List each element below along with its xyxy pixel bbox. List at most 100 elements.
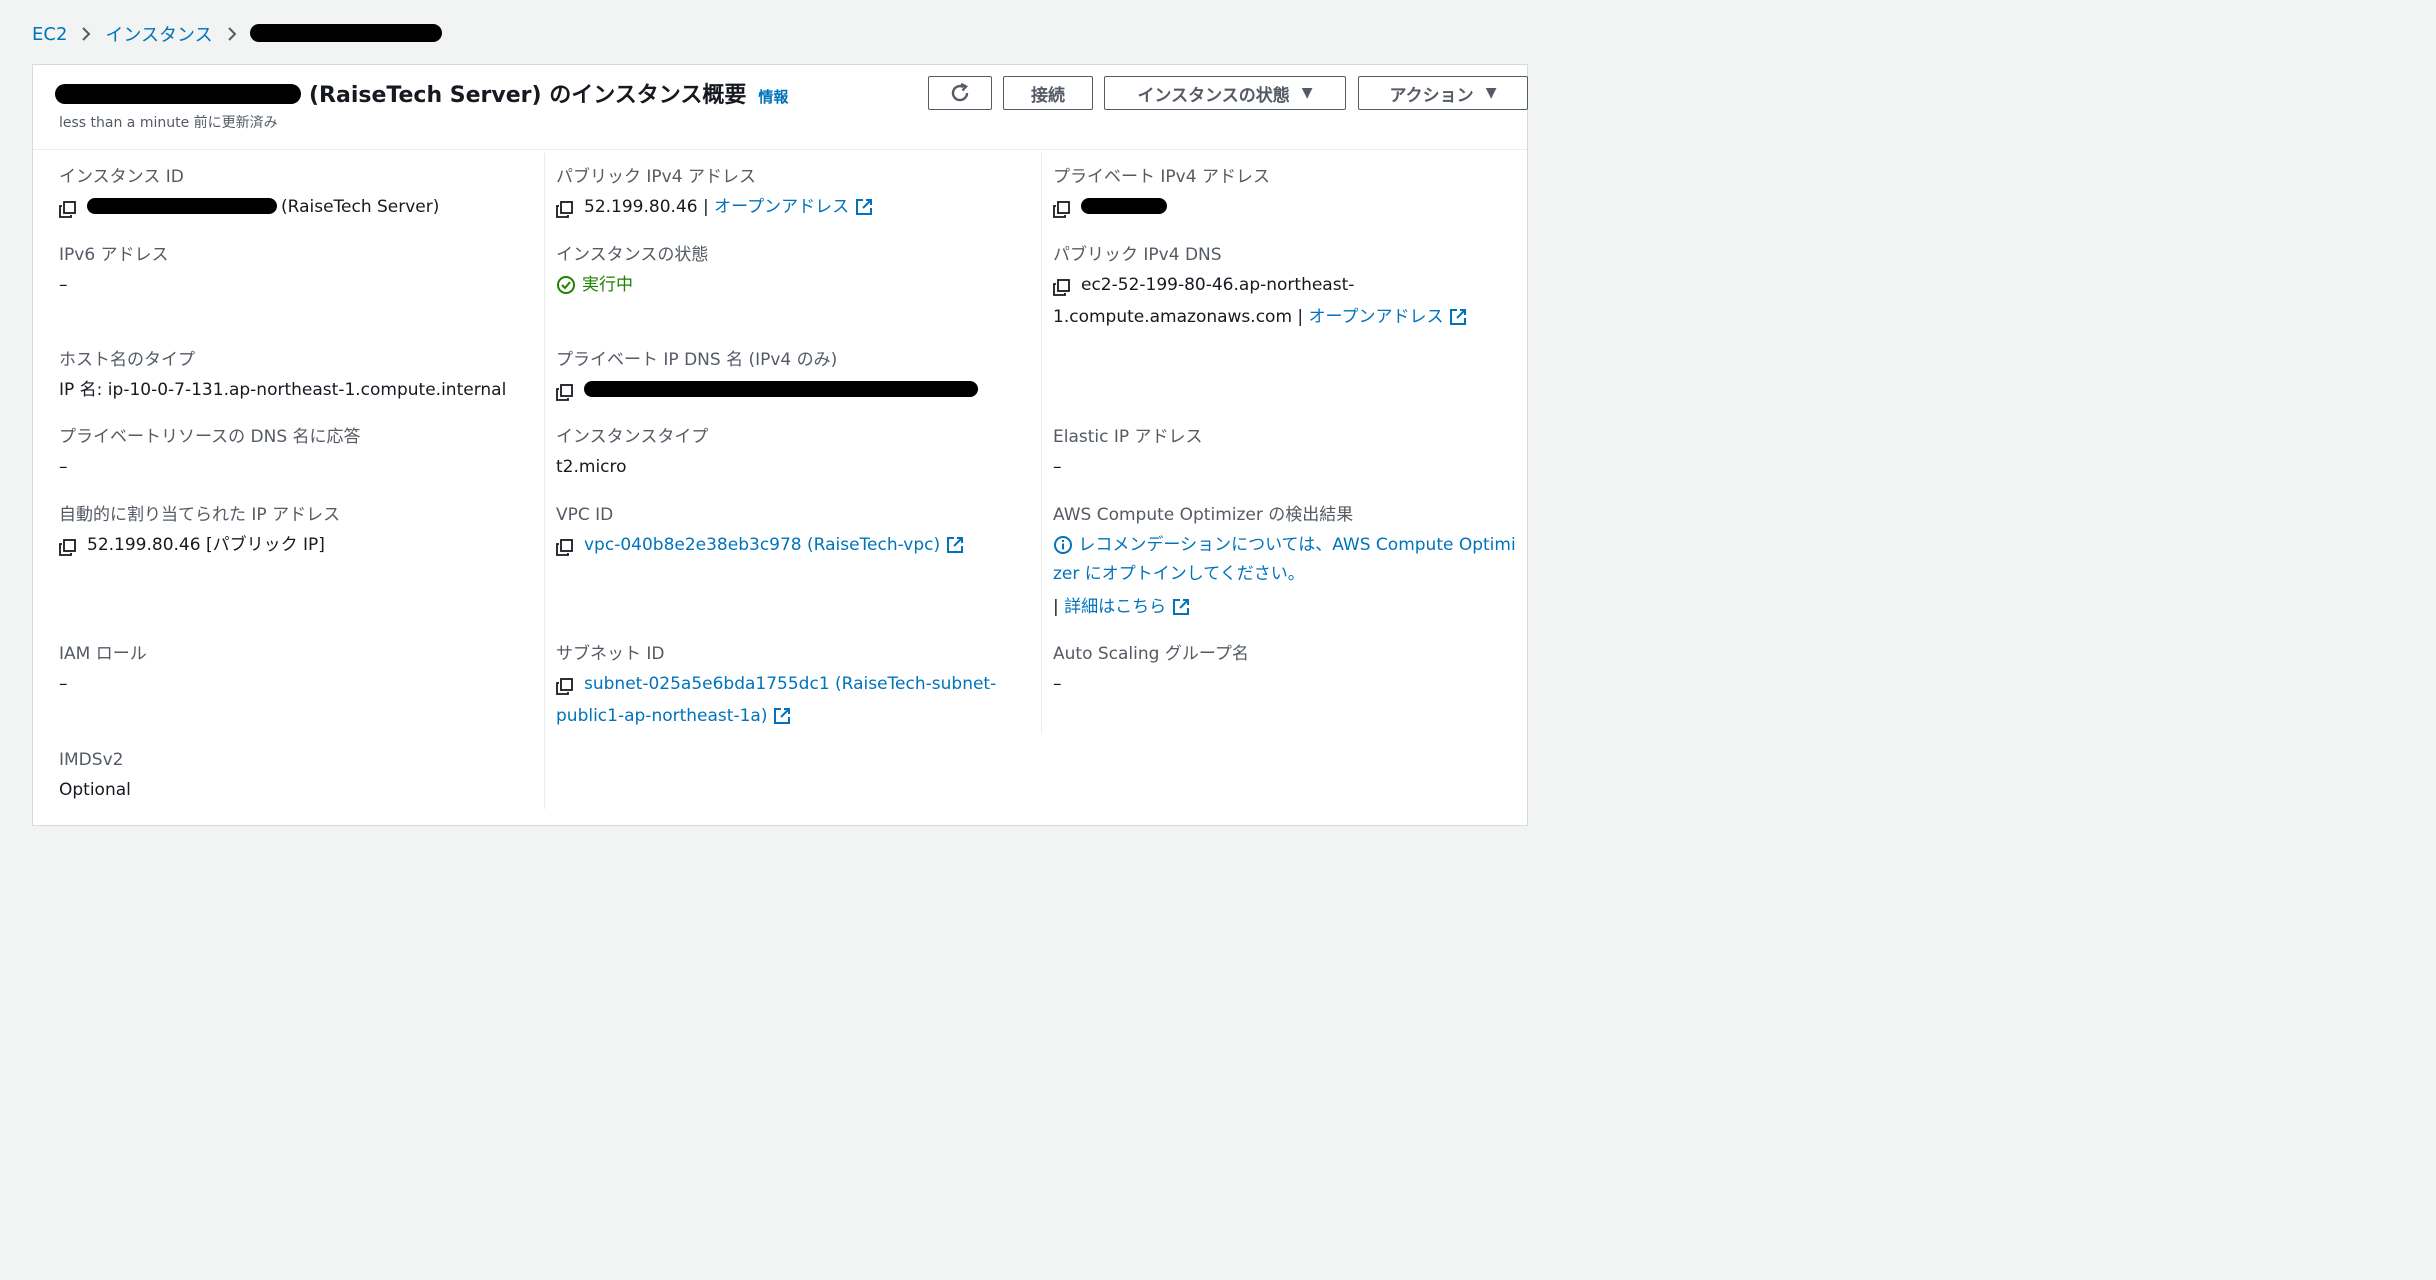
field-label: パブリック IPv4 DNS (1053, 245, 1222, 265)
refresh-button[interactable] (928, 76, 992, 110)
field-label: プライベート IPv4 アドレス (1053, 167, 1270, 187)
field-label: AWS Compute Optimizer の検出結果 (1053, 505, 1354, 525)
field-label: IAM ロール (59, 644, 147, 664)
field-value: t2.micro (556, 457, 627, 477)
field-label: インスタンス ID (59, 167, 184, 187)
field-label: IPv6 アドレス (59, 245, 169, 265)
instance-state-dropdown[interactable]: インスタンスの状態 ▼ (1104, 76, 1346, 110)
field-value: (RaiseTech Server) (59, 193, 539, 225)
redacted-instance-id-title (55, 84, 301, 104)
subnet-link[interactable]: subnet-025a5e6bda1755dc1 (RaiseTech-subn… (584, 674, 996, 694)
copy-icon[interactable] (556, 538, 574, 558)
field-label: プライベートリソースの DNS 名に応答 (59, 427, 361, 447)
field-value: 52.199.80.46 [パブリック IP] (59, 531, 539, 563)
field-private-ipv4: プライベート IPv4 アドレス (1053, 165, 1529, 225)
field-public-ipv4: パブリック IPv4 アドレス 52.199.80.46 | オープンアドレス (556, 165, 1036, 225)
field-value: – (59, 275, 68, 295)
breadcrumb-instances-link[interactable]: インスタンス (105, 21, 212, 47)
field-value: vpc-040b8e2e38eb3c978 (RaiseTech-vpc) (556, 531, 1036, 563)
last-updated-text: less than a minute 前に更新済み (59, 115, 278, 131)
field-instance-type: インスタンスタイプ t2.micro (556, 425, 1036, 482)
external-link-icon[interactable] (946, 535, 964, 555)
caret-down-icon: ▼ (1301, 85, 1313, 101)
field-value-continued: 1.compute.amazonaws.com | オープンアドレス (1053, 303, 1529, 332)
vpc-link[interactable]: vpc-040b8e2e38eb3c978 (RaiseTech-vpc) (584, 535, 940, 555)
learn-more-link[interactable]: 詳細はこちら (1064, 597, 1166, 617)
external-link-icon[interactable] (1449, 307, 1467, 327)
field-value: レコメンデーションについては、AWS Compute Optimi (1053, 531, 1529, 560)
redacted-private-ipv4 (1081, 198, 1167, 214)
redacted-private-dns (584, 381, 978, 397)
field-value: – (1053, 457, 1062, 477)
copy-icon[interactable] (1053, 278, 1071, 298)
field-vpc-id: VPC ID vpc-040b8e2e38eb3c978 (RaiseTech-… (556, 503, 1036, 563)
field-private-resource-dns: プライベートリソースの DNS 名に応答 – (59, 425, 539, 482)
field-label: ホスト名のタイプ (59, 350, 195, 370)
field-label: VPC ID (556, 505, 614, 525)
info-circle-icon (1053, 535, 1078, 555)
status-badge: 実行中 (556, 271, 1036, 300)
connect-button[interactable]: 接続 (1003, 76, 1093, 110)
field-public-dns: パブリック IPv4 DNS ec2-52-199-80-46.ap-north… (1053, 243, 1529, 332)
info-link[interactable]: 情報 (758, 86, 788, 107)
external-link-icon[interactable] (773, 706, 791, 726)
copy-icon[interactable] (1053, 200, 1071, 220)
panel-header: (RaiseTech Server) のインスタンス概要 情報 less tha… (33, 65, 1528, 150)
field-value: – (1053, 674, 1062, 694)
field-auto-assigned-ip: 自動的に割り当てられた IP アドレス 52.199.80.46 [パブリック … (59, 503, 539, 563)
open-address-link[interactable]: オープンアドレス (714, 197, 849, 217)
copy-icon[interactable] (59, 538, 77, 558)
optimizer-opt-in-link[interactable]: レコメンデーションについては、AWS Compute Optimi (1078, 535, 1515, 555)
field-value: IP 名: ip-10-0-7-131.ap-northeast-1.compu… (59, 380, 507, 400)
field-subnet-id: サブネット ID subnet-025a5e6bda1755dc1 (Raise… (556, 642, 1036, 731)
column-divider (1041, 153, 1042, 733)
field-label: IMDSv2 (59, 750, 124, 770)
field-label: Auto Scaling グループ名 (1053, 644, 1249, 664)
field-label: プライベート IP DNS 名 (IPv4 のみ) (556, 350, 838, 370)
field-label: Elastic IP アドレス (1053, 427, 1203, 447)
redacted-breadcrumb-instance (250, 24, 442, 42)
copy-icon[interactable] (556, 383, 574, 403)
chevron-right-icon (81, 26, 91, 42)
field-value (556, 376, 1036, 408)
chevron-right-icon (227, 26, 237, 42)
column-divider (544, 153, 545, 809)
instance-state-label: インスタンスの状態 (1137, 85, 1290, 106)
field-value (1053, 193, 1529, 225)
copy-icon[interactable] (556, 677, 574, 697)
field-private-dns: プライベート IP DNS 名 (IPv4 のみ) (556, 348, 1036, 408)
instance-summary-panel: (RaiseTech Server) のインスタンス概要 情報 less tha… (32, 64, 1528, 826)
field-value: 52.199.80.46 | オープンアドレス (556, 193, 1036, 225)
field-value: subnet-025a5e6bda1755dc1 (RaiseTech-subn… (556, 670, 1036, 702)
refresh-icon (949, 82, 971, 104)
optimizer-opt-in-link-continued[interactable]: zer にオプトインしてください。 (1053, 564, 1305, 584)
field-value: ec2-52-199-80-46.ap-northeast- (1053, 271, 1529, 303)
external-link-icon[interactable] (1172, 597, 1190, 617)
field-value: – (59, 457, 68, 477)
redacted-instance-id (87, 198, 277, 214)
open-address-link[interactable]: オープンアドレス (1309, 307, 1444, 327)
external-link-icon[interactable] (855, 197, 873, 217)
check-circle-icon (556, 271, 576, 300)
caret-down-icon: ▼ (1485, 85, 1497, 101)
actions-dropdown[interactable]: アクション ▼ (1358, 76, 1528, 110)
field-value: Optional (59, 780, 131, 800)
field-value: – (59, 674, 68, 694)
field-label: サブネット ID (556, 644, 665, 664)
field-ipv6: IPv6 アドレス – (59, 243, 539, 300)
field-imdsv2: IMDSv2 Optional (59, 748, 539, 805)
field-instance-state: インスタンスの状態 実行中 (556, 243, 1036, 300)
field-value-learn-more: | 詳細はこちら (1053, 593, 1529, 622)
subnet-link-continued[interactable]: public1-ap-northeast-1a) (556, 706, 767, 726)
field-iam-role: IAM ロール – (59, 642, 539, 699)
field-label: インスタンスタイプ (556, 427, 709, 447)
copy-icon[interactable] (59, 200, 77, 220)
breadcrumb-ec2-link[interactable]: EC2 (32, 24, 67, 45)
field-elastic-ip: Elastic IP アドレス – (1053, 425, 1529, 482)
copy-icon[interactable] (556, 200, 574, 220)
field-instance-id: インスタンス ID (RaiseTech Server) (59, 165, 539, 225)
field-value-continued: public1-ap-northeast-1a) (556, 702, 1036, 731)
field-label: 自動的に割り当てられた IP アドレス (59, 505, 341, 525)
field-label: インスタンスの状態 (556, 245, 709, 265)
breadcrumb: EC2 インスタンス (32, 20, 251, 48)
